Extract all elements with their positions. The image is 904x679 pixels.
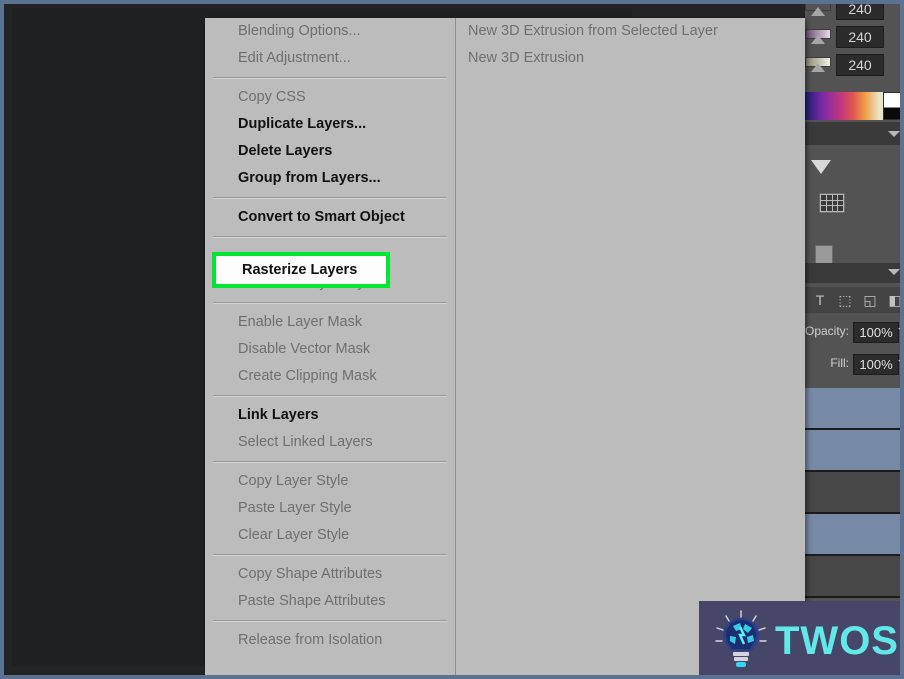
- layers-panel-menu-icon[interactable]: [888, 269, 900, 275]
- panel-menu-icon[interactable]: [888, 131, 900, 137]
- menu-item-disable-vector-mask: Disable Vector Mask: [238, 341, 371, 357]
- menu-item-convert-to-smart-object[interactable]: Convert to Smart Object: [205, 204, 455, 231]
- menu-item-create-clipping-mask: Create Clipping Mask: [238, 368, 377, 384]
- fill-control[interactable]: Fill: 100%: [805, 352, 904, 376]
- menu-item-link-layers[interactable]: Link Layers: [205, 402, 455, 429]
- fill-label: Fill:: [830, 356, 849, 370]
- menu-separator: [213, 77, 447, 79]
- opacity-control[interactable]: Opacity: 100%: [805, 320, 904, 344]
- layers-panel-tabstrip[interactable]: [805, 263, 904, 283]
- menu-separator: [213, 395, 447, 397]
- opacity-label: Opacity:: [805, 324, 850, 338]
- menu-item-edit-adjustment: Edit Adjustment...: [238, 50, 351, 66]
- color-spectrum-ramp[interactable]: [805, 92, 883, 120]
- color-panel[interactable]: 240 240 240: [805, 0, 904, 120]
- menu-item-new-3d-extrusion-from-selected-layer: New 3D Extrusion from Selected Layer: [468, 23, 718, 39]
- menu-item-copy-css: Copy CSS: [238, 89, 306, 105]
- menu-item-paste-layer-style: Paste Layer Style: [238, 500, 352, 516]
- opacity-value[interactable]: 100%: [853, 322, 899, 343]
- watermark-text: TWOS: [775, 619, 899, 663]
- menu-item-enable-layer-mask: Enable Layer Mask: [238, 314, 363, 330]
- layer-context-menu[interactable]: Blending Options... Edit Adjustment... Cop…: [205, 18, 805, 679]
- table-row[interactable]: [805, 388, 904, 430]
- color-channel-b[interactable]: 240: [805, 54, 904, 80]
- channel-value-g[interactable]: 240: [836, 26, 884, 48]
- menu-separator: [213, 620, 447, 622]
- foreground-background-swatch[interactable]: [883, 92, 904, 120]
- menu-item-copy-shape-attributes: Copy Shape Attributes: [238, 566, 383, 582]
- fill-dropdown-icon[interactable]: [898, 360, 904, 365]
- menu-item-select-linked-layers: Select Linked Layers: [238, 434, 373, 450]
- text-filter-icon[interactable]: T: [811, 291, 829, 309]
- menu-item-copy-layer-style: Copy Layer Style: [238, 473, 349, 489]
- panel-collapse-caret-icon[interactable]: [811, 160, 831, 174]
- layer-list[interactable]: [805, 388, 904, 598]
- context-menu-left-column[interactable]: Blending Options... Edit Adjustment... Cop…: [205, 18, 455, 679]
- menu-item-release-from-isolation: Release from Isolation: [238, 632, 383, 648]
- menu-separator: [213, 554, 447, 556]
- menu-item-delete-layers[interactable]: Delete Layers: [205, 138, 455, 165]
- color-channel-r[interactable]: 240: [805, 0, 904, 24]
- table-row[interactable]: [805, 556, 904, 598]
- menu-item-new-3d-extrusion: New 3D Extrusion: [468, 50, 585, 66]
- fill-value[interactable]: 100%: [853, 354, 899, 375]
- lightbulb-icon: [715, 610, 767, 667]
- menu-separator: [213, 236, 447, 238]
- menu-item-rasterize-layers[interactable]: Rasterize Layers: [216, 256, 386, 284]
- photoshop-screenshot: 240 240 240 T ⬚ ◱ ◧ Opacity: 100% Fill: …: [0, 0, 904, 679]
- opacity-dropdown-icon[interactable]: [898, 328, 904, 333]
- rasterize-layers-highlight-box: Rasterize Layers: [212, 252, 390, 288]
- menu-separator: [213, 302, 447, 304]
- channel-value-b[interactable]: 240: [836, 54, 884, 76]
- channel-value-r[interactable]: 240: [836, 0, 884, 20]
- right-panel-column: 240 240 240 T ⬚ ◱ ◧ Opacity: 100% Fill: …: [805, 0, 904, 679]
- channel-slider-thumb-g[interactable]: [811, 35, 825, 44]
- layer-filter-row[interactable]: T ⬚ ◱ ◧: [805, 287, 904, 313]
- shape-filter-icon[interactable]: ⬚: [836, 291, 854, 309]
- channel-slider-thumb-b[interactable]: [811, 63, 825, 72]
- menu-item-clear-layer-style: Clear Layer Style: [238, 527, 350, 543]
- color-channel-g[interactable]: 240: [805, 26, 904, 52]
- menu-separator: [213, 197, 447, 199]
- twos-watermark: TWOS: [699, 601, 904, 679]
- menu-item-blending-options: Blending Options...: [238, 23, 361, 39]
- table-row[interactable]: [805, 514, 904, 556]
- table-row[interactable]: [805, 430, 904, 472]
- table-row[interactable]: [805, 472, 904, 514]
- menu-separator: [213, 461, 447, 463]
- swatch-grid-icon[interactable]: [819, 193, 845, 213]
- menu-item-group-from-layers[interactable]: Group from Layers...: [205, 165, 455, 192]
- adjustment-filter-icon[interactable]: ◧: [886, 291, 904, 309]
- swatches-panel-tabstrip[interactable]: [805, 125, 904, 145]
- context-menu-right-column[interactable]: New 3D Extrusion from Selected Layer New …: [456, 18, 805, 679]
- menu-item-paste-shape-attributes: Paste Shape Attributes: [238, 593, 386, 609]
- menu-item-duplicate-layers[interactable]: Duplicate Layers...: [205, 111, 455, 138]
- channel-slider-thumb-r[interactable]: [811, 7, 825, 16]
- smart-object-filter-icon[interactable]: ◱: [861, 291, 879, 309]
